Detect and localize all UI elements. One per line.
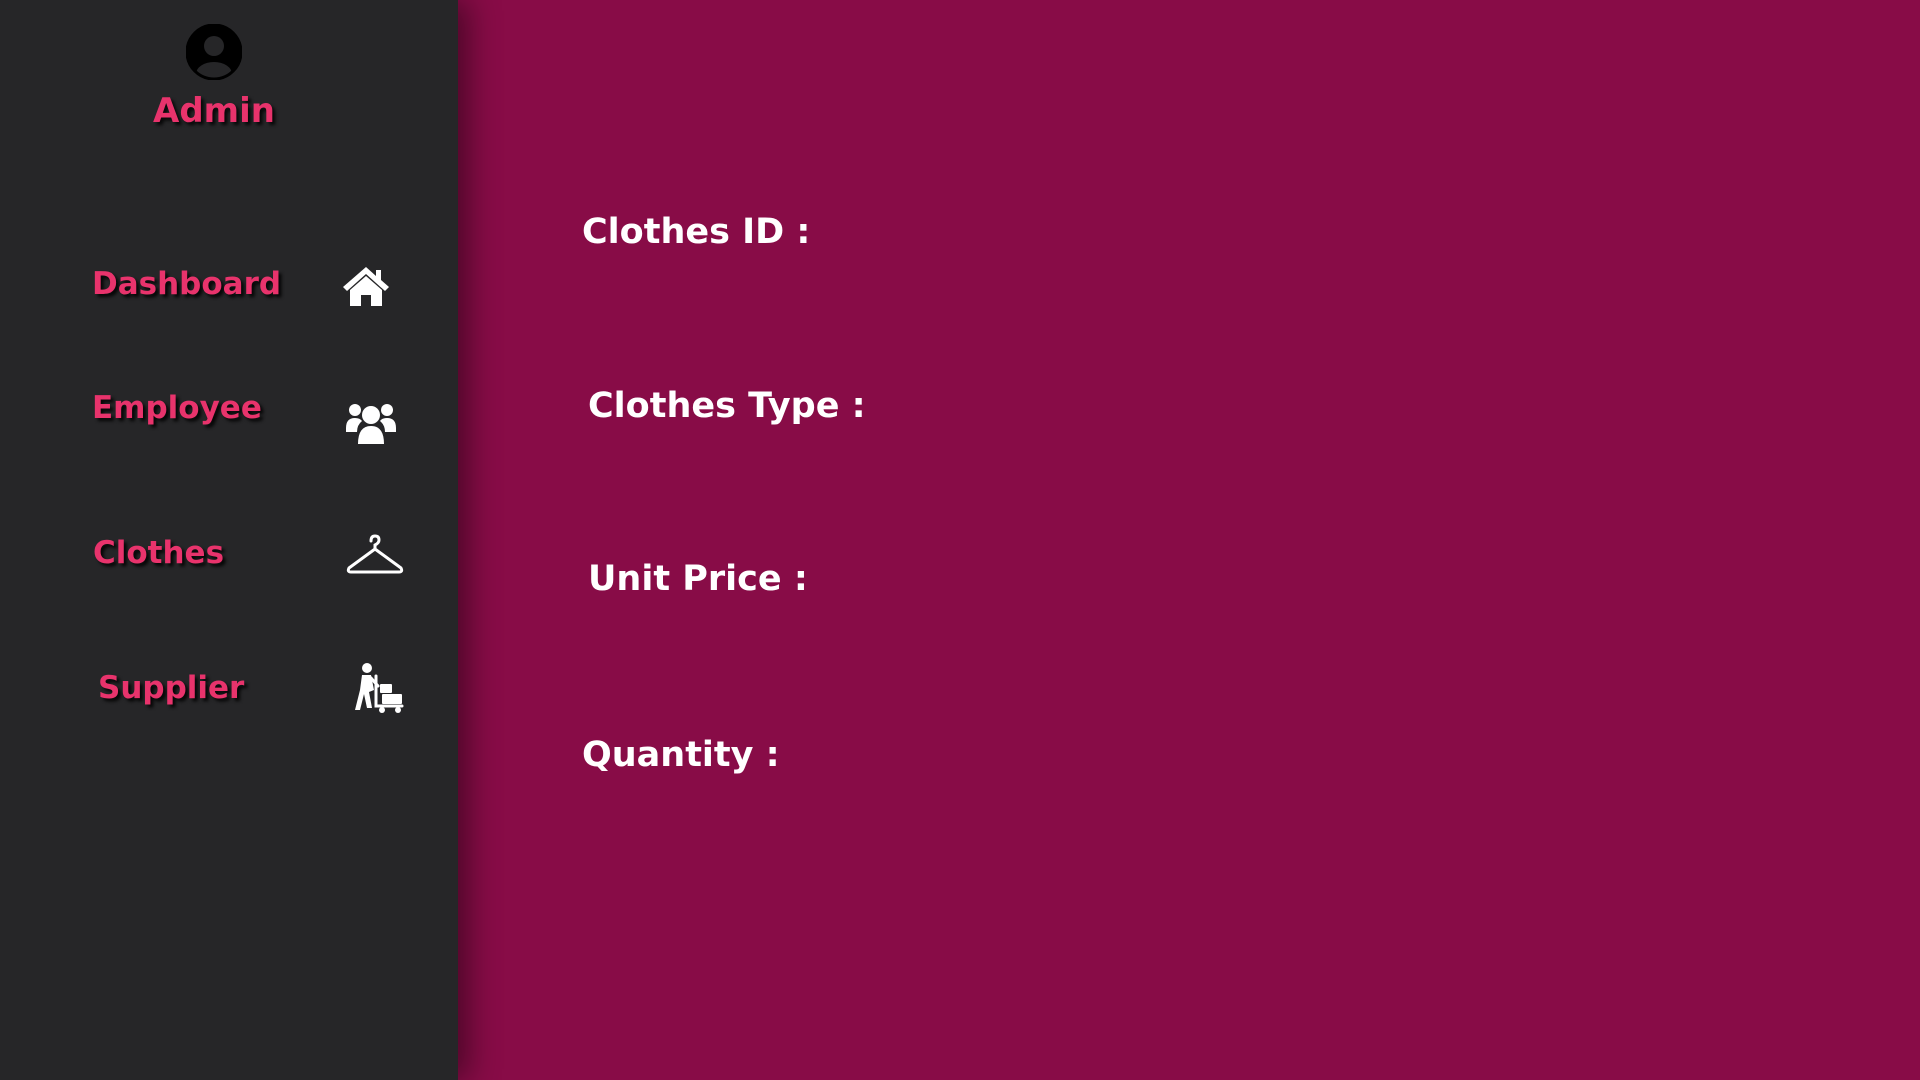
sidebar-item-supplier[interactable]: Supplier	[0, 652, 420, 732]
delivery-cart-icon	[352, 662, 406, 714]
user-name: Admin	[153, 91, 275, 131]
sidebar-item-dashboard[interactable]: Dashboard	[0, 250, 420, 330]
sidebar-item-clothes[interactable]: Clothes	[0, 522, 420, 602]
clothes-type-label: Clothes Type :	[588, 386, 866, 426]
sidebar-item-employee[interactable]: Employee	[0, 378, 420, 458]
sidebar-item-label: Employee	[92, 390, 262, 426]
sidebar-item-label: Dashboard	[92, 266, 282, 302]
hanger-icon	[346, 532, 404, 576]
clothes-id-label: Clothes ID :	[582, 212, 811, 252]
sidebar: Admin Dashboard Employee Clothes Supplie…	[0, 0, 458, 1080]
users-icon	[344, 398, 398, 446]
home-icon	[340, 264, 392, 308]
unit-price-label: Unit Price :	[588, 559, 808, 599]
app-window: Admin Dashboard Employee Clothes Supplie…	[0, 0, 1920, 1080]
sidebar-item-label: Supplier	[98, 670, 245, 706]
sidebar-item-label: Clothes	[93, 535, 225, 571]
user-profile: Admin	[0, 23, 428, 131]
user-avatar-icon[interactable]	[185, 23, 243, 81]
quantity-label: Quantity :	[582, 735, 780, 775]
